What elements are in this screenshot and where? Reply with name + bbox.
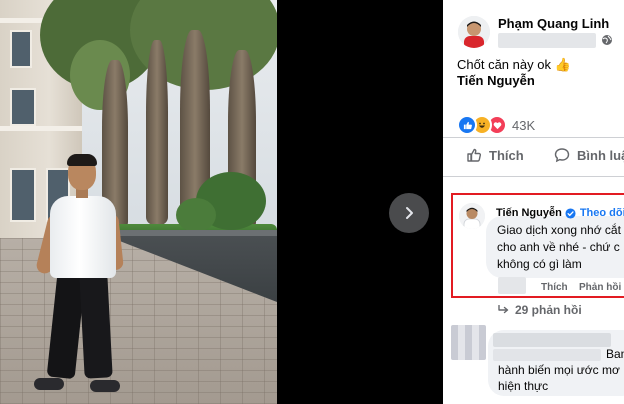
reaction-summary[interactable]: 43K xyxy=(457,115,535,135)
comment-text-redacted xyxy=(493,349,601,361)
comment-icon xyxy=(554,148,570,163)
post-author[interactable]: Phạm Quang Linh xyxy=(498,16,609,31)
person-hair xyxy=(67,154,97,166)
divider xyxy=(443,137,624,138)
comment-label: Bình luận xyxy=(577,147,624,163)
post-photo xyxy=(0,0,277,404)
comment-text-fragment: Ban xyxy=(606,347,624,361)
like-label: Thích xyxy=(489,147,524,163)
chevron-right-icon xyxy=(406,207,413,219)
commenter-avatar-redacted xyxy=(451,325,486,360)
shrub xyxy=(176,198,216,232)
post-timestamp-redacted xyxy=(498,33,596,48)
comment-text-line: hành biến mọi ước mơ xyxy=(498,363,620,377)
person-shoe xyxy=(90,380,120,392)
divider xyxy=(443,176,624,177)
tree-trunk xyxy=(146,40,168,225)
tagged-user[interactable]: Tiến Nguyễn xyxy=(457,73,535,88)
person-shoe xyxy=(34,378,64,390)
building-window xyxy=(10,30,32,68)
building-window xyxy=(10,88,36,126)
post-text: Chốt căn này ok 👍 xyxy=(457,57,571,73)
next-photo-button[interactable] xyxy=(389,193,429,233)
building-ledge xyxy=(0,126,82,131)
person-leg xyxy=(79,273,113,379)
comment-button[interactable]: Bình luận xyxy=(554,147,624,163)
reaction-count: 43K xyxy=(512,117,536,133)
globe-icon xyxy=(602,35,612,45)
replies-count: 29 phản hồi xyxy=(515,303,582,317)
person-shirt xyxy=(50,196,116,278)
like-button[interactable]: Thích xyxy=(466,147,524,163)
like-icon xyxy=(457,115,477,135)
author-avatar[interactable] xyxy=(458,16,490,48)
reply-arrow-icon xyxy=(498,305,509,314)
comment-highlight-box xyxy=(451,193,624,298)
view-replies-button[interactable]: 29 phản hồi xyxy=(498,303,582,317)
avatar-image xyxy=(458,16,490,48)
person xyxy=(30,154,130,402)
post-text-body: Chốt căn này ok xyxy=(457,57,551,72)
thumbs-up-icon xyxy=(467,148,482,162)
commenter-name-redacted xyxy=(493,333,611,347)
comment-text-line: hiện thực xyxy=(498,379,549,393)
thumbs-up-emoji-icon: 👍 xyxy=(554,57,571,72)
